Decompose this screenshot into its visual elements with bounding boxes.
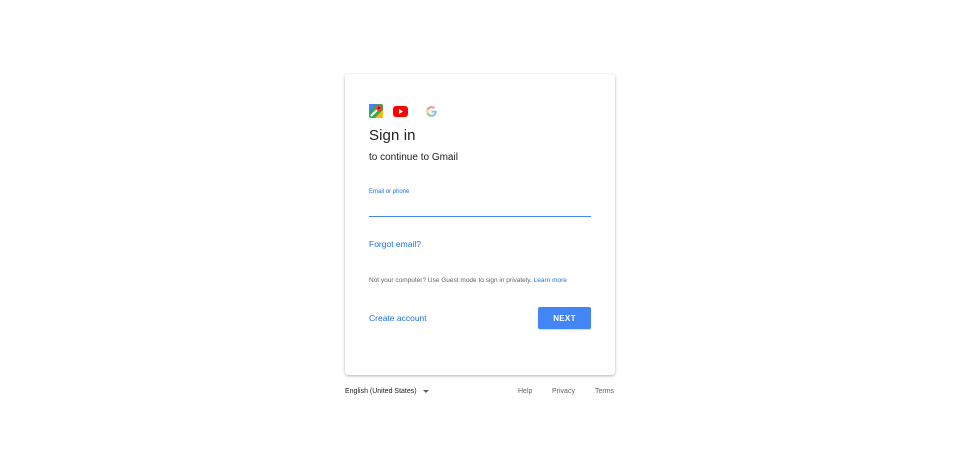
learn-more-link[interactable]: Learn more	[534, 277, 567, 284]
terms-link[interactable]: Terms	[595, 388, 614, 395]
guest-mode-message: Not your computer? Use Guest mode to sig…	[369, 277, 532, 284]
privacy-link[interactable]: Privacy	[552, 388, 575, 395]
language-select[interactable]: English (United States)	[345, 388, 429, 395]
youtube-icon	[393, 105, 408, 117]
email-field-label: Email or phone	[369, 189, 410, 195]
guest-mode-text: Not your computer? Use Guest mode to sig…	[369, 277, 567, 284]
caret-down-icon	[422, 390, 429, 393]
next-button[interactable]: NEXT	[538, 307, 591, 329]
email-field[interactable]	[369, 198, 591, 217]
sign-in-card: Sign in to continue to Gmail Email or ph…	[345, 74, 615, 375]
forgot-email-link[interactable]: Forgot email?	[369, 239, 421, 249]
help-link[interactable]: Help	[518, 388, 532, 395]
language-label: English (United States)	[345, 388, 417, 395]
product-logos	[369, 104, 438, 118]
google-icon	[425, 104, 438, 118]
footer: English (United States) Help Privacy Ter…	[345, 388, 615, 400]
page-title: Sign in	[369, 127, 416, 144]
maps-icon	[369, 104, 383, 118]
page-subtitle: to continue to Gmail	[369, 152, 458, 163]
create-account-link[interactable]: Create account	[369, 313, 427, 323]
